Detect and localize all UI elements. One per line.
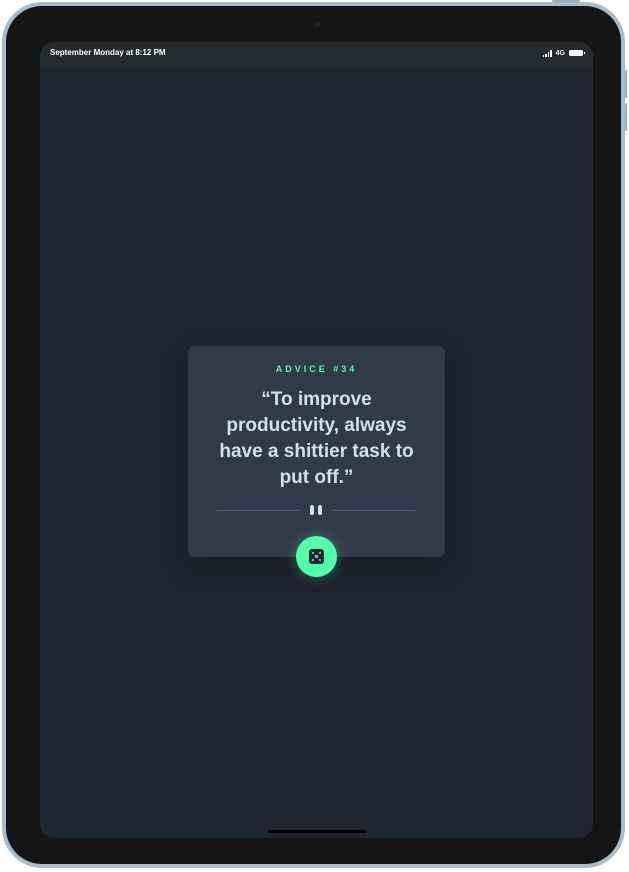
- home-indicator[interactable]: [268, 830, 366, 833]
- front-camera: [315, 22, 320, 27]
- battery-icon: [569, 50, 585, 56]
- advice-quote: “To improve productivity, always have a …: [219, 389, 414, 488]
- status-time: September Monday at 8:12 PM: [50, 48, 166, 57]
- pause-icon: [310, 505, 314, 515]
- divider-line-left: [217, 510, 299, 511]
- app-screen: September Monday at 8:12 PM 4G ADVICE #3…: [40, 42, 593, 838]
- status-bar: September Monday at 8:12 PM 4G: [40, 42, 593, 66]
- new-advice-button[interactable]: [296, 536, 337, 577]
- volume-down-button[interactable]: [625, 103, 627, 131]
- top-power-button[interactable]: [552, 0, 580, 2]
- advice-label: ADVICE #34: [275, 364, 358, 374]
- advice-card: ADVICE #34 “To improve productivity, alw…: [188, 346, 445, 577]
- pause-icon-bar: [318, 505, 322, 515]
- status-indicators: 4G: [542, 48, 585, 58]
- ipad-device-frame: September Monday at 8:12 PM 4G ADVICE #3…: [2, 2, 625, 868]
- divider-line-right: [333, 510, 415, 511]
- volume-up-button[interactable]: [625, 70, 627, 98]
- dice-icon: [309, 549, 324, 564]
- pattern-divider: [217, 504, 415, 516]
- cellular-signal-icon: [542, 49, 552, 57]
- network-type: 4G: [555, 49, 565, 57]
